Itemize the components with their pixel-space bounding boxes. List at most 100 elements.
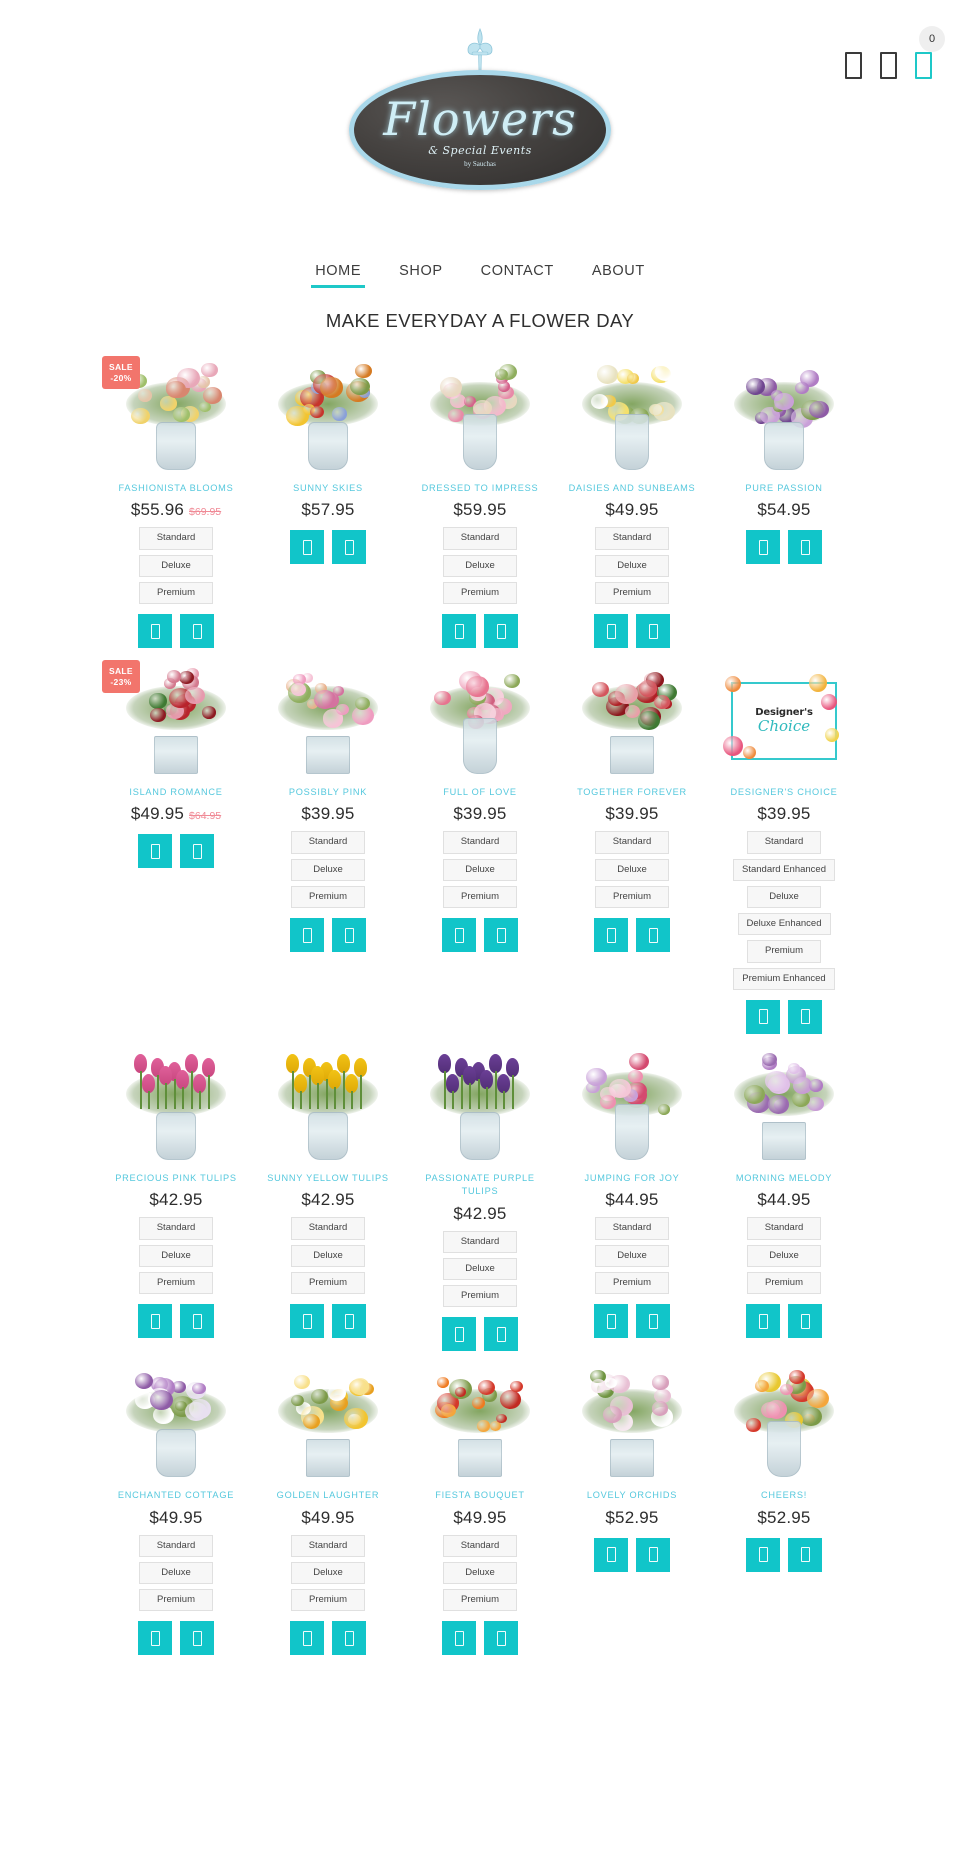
nav-item-home[interactable]: HOME: [309, 259, 367, 288]
variant-option-standard[interactable]: Standard: [443, 527, 517, 550]
variant-option-standard[interactable]: Standard: [291, 1534, 365, 1557]
product-image[interactable]: [562, 658, 702, 776]
variant-option-deluxe[interactable]: Deluxe: [139, 554, 213, 577]
product-name[interactable]: TOGETHER FOREVER: [562, 786, 702, 799]
product-image[interactable]: [410, 1361, 550, 1479]
product-name[interactable]: DRESSED TO IMPRESS: [410, 482, 550, 495]
product-name[interactable]: CHEERS!: [714, 1489, 854, 1502]
nav-item-shop[interactable]: SHOP: [393, 259, 449, 288]
product-name[interactable]: FULL OF LOVE: [410, 786, 550, 799]
variant-option-premium[interactable]: Premium: [747, 940, 821, 963]
quick-view-button[interactable]: [594, 1304, 628, 1339]
quick-view-button[interactable]: [442, 614, 476, 649]
product-image[interactable]: [258, 1361, 398, 1479]
quick-view-button[interactable]: [138, 1304, 172, 1339]
add-to-cart-button[interactable]: [636, 1537, 670, 1572]
add-to-cart-button[interactable]: [788, 530, 822, 565]
variant-option-premium[interactable]: Premium: [595, 1271, 669, 1295]
variant-option-deluxe[interactable]: Deluxe: [139, 1244, 213, 1267]
product-name[interactable]: DESIGNER'S CHOICE: [714, 786, 854, 799]
add-to-cart-button[interactable]: [788, 1537, 822, 1572]
variant-option-deluxe[interactable]: Deluxe: [595, 1244, 669, 1267]
quick-view-button[interactable]: [442, 1621, 476, 1656]
product-image[interactable]: [714, 1044, 854, 1162]
variant-option-premium[interactable]: Premium: [139, 1589, 213, 1612]
variant-option-standard[interactable]: Standard: [291, 1217, 365, 1240]
variant-option-deluxe[interactable]: Deluxe: [443, 554, 517, 577]
variant-option-deluxe-enhanced[interactable]: Deluxe Enhanced: [737, 913, 831, 936]
add-to-cart-button[interactable]: [332, 918, 366, 953]
shopping-cart-icon[interactable]: 0: [915, 26, 945, 79]
variant-option-premium[interactable]: Premium: [443, 885, 517, 909]
product-image[interactable]: [106, 1044, 246, 1162]
quick-view-button[interactable]: [138, 614, 172, 649]
add-to-cart-button[interactable]: [332, 1621, 366, 1656]
quick-view-button[interactable]: [594, 918, 628, 953]
site-logo[interactable]: Flowers & Special Events by Sauchas: [349, 28, 611, 193]
add-to-cart-button[interactable]: [484, 1621, 518, 1656]
add-to-cart-button[interactable]: [484, 614, 518, 649]
variant-option-deluxe[interactable]: Deluxe: [443, 1561, 517, 1585]
variant-option-premium[interactable]: Premium: [747, 1271, 821, 1295]
variant-option-premium[interactable]: Premium: [139, 1271, 213, 1295]
variant-option-premium[interactable]: Premium: [595, 581, 669, 605]
variant-option-standard[interactable]: Standard: [139, 527, 213, 550]
variant-option-premium[interactable]: Premium: [291, 1271, 365, 1295]
variant-option-deluxe[interactable]: Deluxe: [291, 1244, 365, 1267]
product-name[interactable]: GOLDEN LAUGHTER: [258, 1489, 398, 1502]
variant-option-standard[interactable]: Standard: [747, 831, 821, 854]
product-image[interactable]: [562, 354, 702, 472]
product-image[interactable]: [106, 1361, 246, 1479]
variant-option-standard-enhanced[interactable]: Standard Enhanced: [733, 858, 835, 881]
variant-option-premium[interactable]: Premium: [139, 581, 213, 605]
variant-option-premium[interactable]: Premium: [443, 1589, 517, 1612]
product-name[interactable]: POSSIBLY PINK: [258, 786, 398, 799]
add-to-cart-button[interactable]: [332, 530, 366, 565]
product-image[interactable]: [410, 1044, 550, 1162]
add-to-cart-button[interactable]: [636, 918, 670, 953]
quick-view-button[interactable]: [290, 530, 324, 565]
variant-option-standard[interactable]: Standard: [139, 1534, 213, 1557]
quick-view-button[interactable]: [442, 918, 476, 953]
quick-view-button[interactable]: [290, 1621, 324, 1656]
product-name[interactable]: JUMPING FOR JOY: [562, 1172, 702, 1185]
nav-item-about[interactable]: ABOUT: [586, 259, 651, 288]
variant-option-premium[interactable]: Premium: [291, 1589, 365, 1612]
variant-option-standard[interactable]: Standard: [139, 1217, 213, 1240]
variant-option-standard[interactable]: Standard: [595, 831, 669, 854]
add-to-cart-button[interactable]: [180, 834, 214, 869]
product-image[interactable]: [410, 658, 550, 776]
add-to-cart-button[interactable]: [636, 614, 670, 649]
add-to-cart-button[interactable]: [788, 1304, 822, 1339]
variant-option-deluxe[interactable]: Deluxe: [291, 1561, 365, 1585]
product-name[interactable]: PASSIONATE PURPLE TULIPS: [410, 1172, 550, 1199]
variant-option-deluxe[interactable]: Deluxe: [747, 1244, 821, 1267]
add-to-cart-button[interactable]: [636, 1304, 670, 1339]
product-image[interactable]: [410, 354, 550, 472]
product-image[interactable]: [258, 354, 398, 472]
product-name[interactable]: SUNNY YELLOW TULIPS: [258, 1172, 398, 1185]
variant-option-premium[interactable]: Premium: [443, 581, 517, 605]
variant-option-standard[interactable]: Standard: [595, 527, 669, 550]
quick-view-button[interactable]: [746, 1537, 780, 1572]
variant-option-deluxe[interactable]: Deluxe: [291, 858, 365, 881]
quick-view-button[interactable]: [594, 1537, 628, 1572]
variant-option-premium[interactable]: Premium: [595, 885, 669, 909]
add-to-cart-button[interactable]: [180, 1304, 214, 1339]
variant-option-standard[interactable]: Standard: [443, 831, 517, 854]
product-image[interactable]: [258, 658, 398, 776]
variant-option-standard[interactable]: Standard: [443, 1230, 517, 1253]
quick-view-button[interactable]: [746, 999, 780, 1034]
user-account-icon[interactable]: [880, 52, 897, 79]
quick-view-button[interactable]: [594, 614, 628, 649]
variant-option-standard[interactable]: Standard: [443, 1534, 517, 1557]
product-name[interactable]: SUNNY SKIES: [258, 482, 398, 495]
product-image[interactable]: [714, 1361, 854, 1479]
quick-view-button[interactable]: [138, 1621, 172, 1656]
add-to-cart-button[interactable]: [180, 1621, 214, 1656]
quick-view-button[interactable]: [138, 834, 172, 869]
variant-option-deluxe[interactable]: Deluxe: [595, 554, 669, 577]
product-image[interactable]: [714, 354, 854, 472]
variant-option-standard[interactable]: Standard: [595, 1217, 669, 1240]
product-name[interactable]: ENCHANTED COTTAGE: [106, 1489, 246, 1502]
